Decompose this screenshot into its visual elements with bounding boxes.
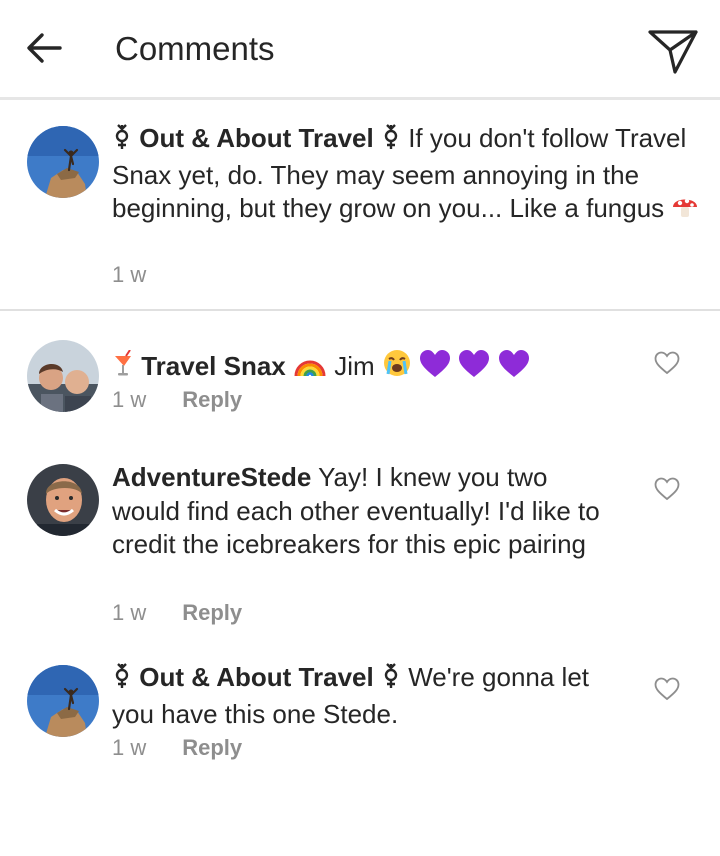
comment-text: AdventureStede Yay! I knew you two would…	[112, 461, 622, 562]
purple-heart-icon	[419, 350, 451, 387]
comment-username[interactable]: Out & About Travel	[139, 662, 374, 692]
reply-button[interactable]: Reply	[182, 387, 242, 412]
genderqueer-symbol-icon	[112, 124, 132, 159]
caption-username[interactable]: Out & About Travel	[139, 123, 374, 153]
caption-timestamp: 1 w	[112, 262, 147, 287]
back-arrow-icon	[27, 33, 62, 63]
heart-outline-icon	[654, 351, 680, 375]
comment-username[interactable]: AdventureStede	[112, 462, 311, 492]
page-title: Comments	[115, 30, 275, 67]
back-button[interactable]	[22, 26, 66, 70]
purple-heart-icon	[498, 350, 530, 387]
mushroom-icon	[671, 192, 699, 229]
comment-text: Travel Snax Jim	[112, 348, 632, 387]
heart-outline-icon	[654, 677, 680, 701]
comment-timestamp: 1 w	[112, 735, 147, 760]
like-button[interactable]	[654, 477, 680, 501]
tropical-drink-icon	[112, 349, 134, 387]
crying-face-icon	[382, 348, 412, 387]
rainbow-icon	[293, 352, 327, 387]
header-bar: Comments	[0, 0, 720, 98]
comment-body: Jim	[334, 351, 375, 381]
paper-plane-icon	[648, 30, 698, 74]
heart-outline-icon	[654, 477, 680, 501]
comment-timestamp: 1 w	[112, 387, 147, 412]
genderqueer-symbol-icon	[381, 124, 401, 159]
purple-heart-icon	[458, 350, 490, 387]
avatar[interactable]	[27, 665, 99, 737]
caption-divider	[0, 309, 720, 311]
like-button[interactable]	[654, 351, 680, 375]
reply-button[interactable]: Reply	[182, 600, 242, 625]
like-button[interactable]	[654, 677, 680, 701]
caption-text: Out & About Travel If you don't follow T…	[112, 122, 712, 229]
comment-meta: 1 w Reply	[112, 735, 242, 761]
avatar[interactable]	[27, 340, 99, 412]
comment-text: Out & About Travel We're gonna let you h…	[112, 661, 632, 731]
avatar[interactable]	[27, 464, 99, 536]
avatar[interactable]	[27, 126, 99, 198]
comment-timestamp: 1 w	[112, 600, 147, 625]
comment-meta: 1 w Reply	[112, 600, 242, 626]
share-button[interactable]	[644, 22, 702, 76]
genderqueer-symbol-icon	[381, 663, 401, 698]
genderqueer-symbol-icon	[112, 663, 132, 698]
comment-username[interactable]: Travel Snax	[141, 351, 286, 381]
comment-meta: 1 w Reply	[112, 387, 242, 413]
header-divider	[0, 97, 720, 100]
reply-button[interactable]: Reply	[182, 735, 242, 760]
